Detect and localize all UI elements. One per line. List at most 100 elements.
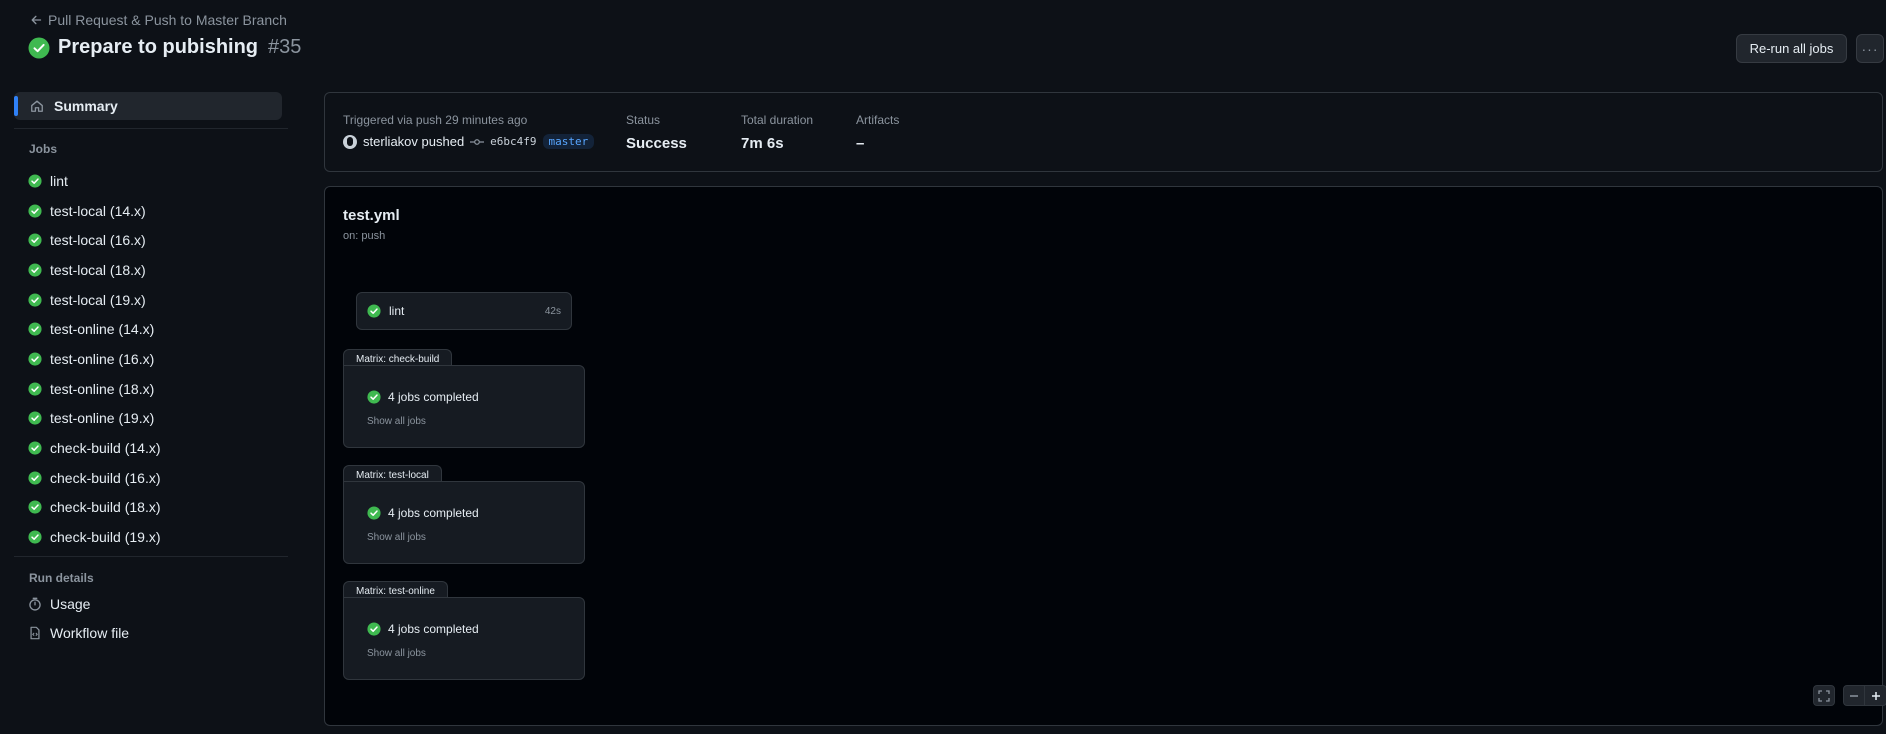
check-circle-icon [28,441,42,455]
sidebar-item-summary[interactable]: Summary [14,92,282,120]
sidebar-item-usage[interactable]: Usage [28,596,90,612]
job-item-check-build-16[interactable]: check-build (16.x) [28,463,161,493]
show-all-jobs-link[interactable]: Show all jobs [367,648,426,659]
trigger-column: Triggered via push 29 minutes ago sterli… [343,113,595,149]
minus-icon [1850,694,1858,697]
job-item-test-online-16[interactable]: test-online (16.x) [28,344,161,374]
workflow-file-label: Workflow file [50,625,130,641]
job-name: check-build (19.x) [50,529,161,546]
file-code-icon [30,626,40,640]
divider [14,556,288,557]
check-circle-icon [28,263,42,277]
job-name: test-local (18.x) [50,261,146,278]
show-all-jobs-link[interactable]: Show all jobs [367,532,426,543]
matrix-card[interactable]: 4 jobs completed Show all jobs [343,597,585,680]
actor-text[interactable]: sterliakov pushed [363,134,464,149]
check-circle-icon [367,304,381,318]
divider [14,128,288,129]
job-item-check-build-14[interactable]: check-build (14.x) [28,433,161,463]
matrix-card[interactable]: 4 jobs completed Show all jobs [343,365,585,448]
check-circle-icon [28,37,50,58]
job-name: check-build (16.x) [50,469,161,486]
job-name: lint [50,172,68,189]
workflow-file-name[interactable]: test.yml [343,207,400,224]
matrix-status-text: 4 jobs completed [388,506,479,520]
matrix-status: 4 jobs completed [367,622,479,636]
check-circle-icon [28,174,42,188]
matrix-status: 4 jobs completed [367,506,479,520]
run-summary-card: Triggered via push 29 minutes ago sterli… [324,92,1883,172]
job-name: test-online (14.x) [50,321,155,338]
check-circle-icon [28,411,42,425]
job-item-check-build-18[interactable]: check-build (18.x) [28,493,161,523]
matrix-group-test-online: Matrix: test-online 4 jobs completed Sho… [343,581,585,681]
back-link[interactable]: Pull Request & Push to Master Branch [30,12,287,28]
plus-icon [1871,691,1880,700]
fullscreen-icon [1818,689,1830,702]
job-item-lint[interactable]: lint [28,166,161,196]
matrix-group-check-build: Matrix: check-build 4 jobs completed Sho… [343,349,585,449]
job-item-test-online-18[interactable]: test-online (18.x) [28,374,161,404]
job-name: test-local (19.x) [50,291,146,308]
avatar[interactable] [343,134,357,149]
active-indicator [14,96,18,116]
run-details-heading: Run details [29,571,94,585]
duration-column: Total duration 7m 6s [741,113,813,152]
job-name: check-build (14.x) [50,440,161,457]
matrix-status-text: 4 jobs completed [388,390,479,404]
sidebar-item-label: Summary [54,98,118,114]
workflow-trigger: on: push [343,230,386,242]
job-item-test-online-19[interactable]: test-online (19.x) [28,404,161,434]
job-node-lint[interactable]: lint 42s [356,292,572,330]
arrow-left-icon [31,15,42,25]
matrix-status: 4 jobs completed [367,390,479,404]
branch-badge[interactable]: master [542,134,595,149]
show-all-jobs-link[interactable]: Show all jobs [367,416,426,427]
check-circle-icon [28,322,42,336]
job-item-test-local-18[interactable]: test-local (18.x) [28,255,161,285]
trigger-details: sterliakov pushed e6bc4f9 master [343,134,595,149]
status-column: Status Success [626,113,687,152]
job-node-duration: 42s [544,305,561,317]
artifacts-column: Artifacts – [856,113,899,152]
duration-value: 7m 6s [741,135,784,152]
artifacts-label: Artifacts [856,113,900,127]
rerun-all-jobs-button[interactable]: Re-run all jobs [1736,34,1847,63]
status-label: Status [626,113,661,127]
job-name: check-build (18.x) [50,499,161,516]
sidebar-item-workflow-file[interactable]: Workflow file [28,625,129,641]
check-circle-icon [367,622,381,636]
duration-label: Total duration [741,113,814,127]
job-node-name: lint [389,304,405,318]
fullscreen-button[interactable] [1813,685,1835,706]
check-circle-icon [28,382,42,396]
check-circle-icon [28,352,42,366]
check-circle-icon [367,390,381,404]
zoom-in-button[interactable] [1865,685,1886,706]
jobs-heading: Jobs [29,142,58,156]
job-item-test-online-14[interactable]: test-online (14.x) [28,314,161,344]
matrix-status-text: 4 jobs completed [388,622,479,636]
back-link-label: Pull Request & Push to Master Branch [48,12,287,28]
zoom-out-button[interactable] [1843,685,1865,706]
matrix-card[interactable]: 4 jobs completed Show all jobs [343,481,585,564]
commit-sha-link[interactable]: e6bc4f9 [490,135,536,148]
check-circle-icon [28,203,42,218]
artifacts-value: – [856,135,865,152]
job-name: test-online (16.x) [50,350,155,367]
job-item-check-build-19[interactable]: check-build (19.x) [28,522,161,552]
home-icon [31,100,43,112]
matrix-group-test-local: Matrix: test-local 4 jobs completed Show… [343,465,585,565]
page-title-row: Prepare to pubishing #35 [28,36,301,59]
job-item-test-local-16[interactable]: test-local (16.x) [28,225,161,255]
check-circle-icon [28,233,42,247]
check-circle-icon [28,500,42,514]
more-options-button[interactable]: ··· [1856,34,1884,63]
job-item-test-local-14[interactable]: test-local (14.x) [28,196,161,226]
job-item-test-local-19[interactable]: test-local (19.x) [28,285,161,315]
check-circle-icon [367,506,381,520]
job-name: test-local (16.x) [50,232,146,249]
workflow-graph: test.yml on: push lint 42s Matrix: check… [324,186,1886,726]
usage-label: Usage [50,596,91,612]
check-circle-icon [28,293,42,307]
